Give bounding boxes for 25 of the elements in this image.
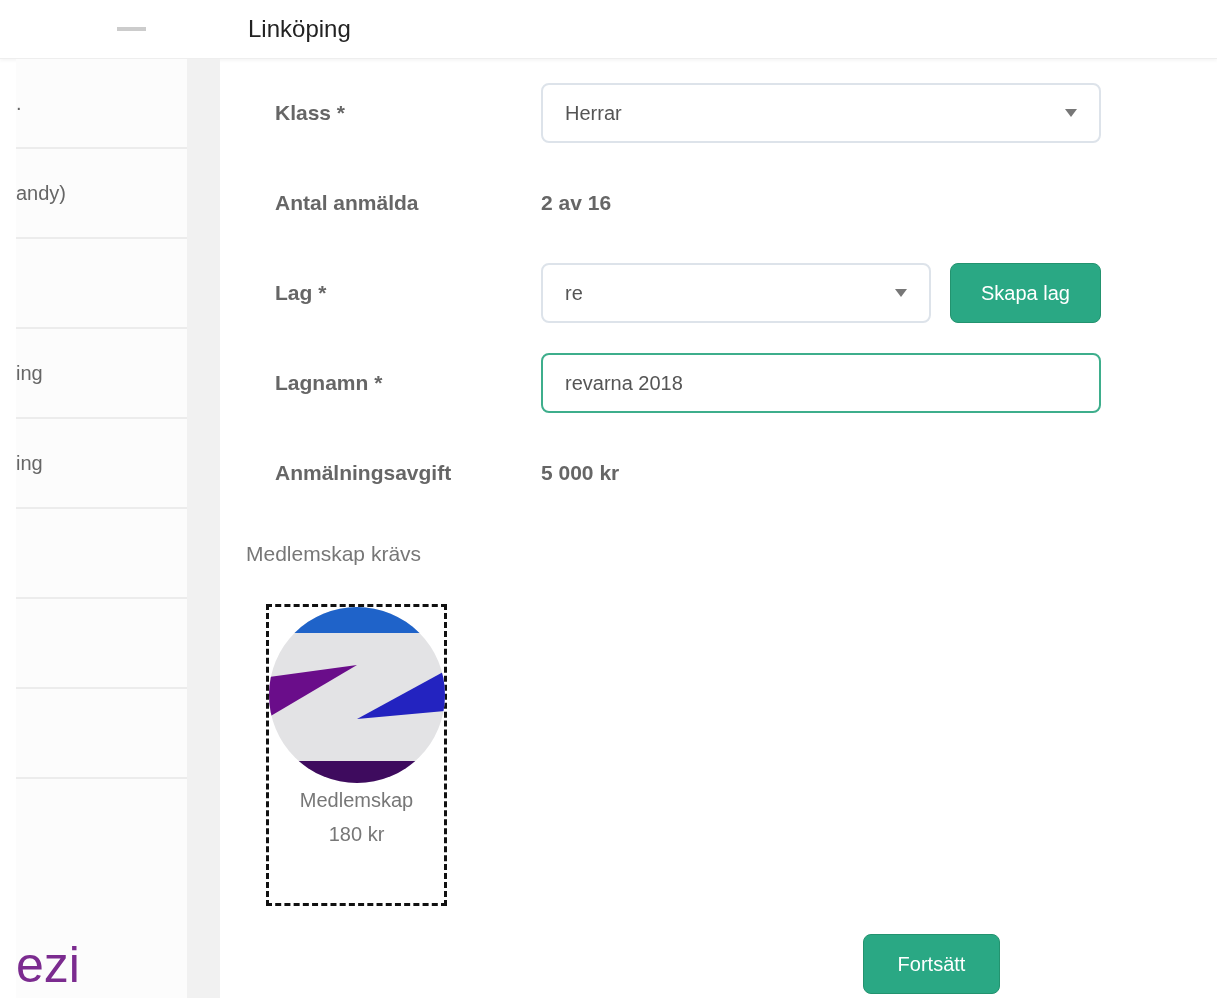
field-label: Lag *: [274, 281, 328, 305]
dropdown[interactable]: Herrar: [541, 83, 1101, 143]
field-label: Lagnamn *: [274, 371, 384, 395]
section-heading: Medlemskap krävs: [246, 542, 423, 566]
option-name: Medlemskap: [299, 788, 414, 813]
option-price: 180 kr: [328, 822, 385, 847]
field-label: Antal anmälda: [274, 191, 420, 215]
membership-option[interactable]: Medlemskap 180 kr: [266, 604, 447, 906]
sidebar-item[interactable]: andy): [16, 181, 67, 205]
field-label: Klass *: [274, 101, 347, 125]
continue-button[interactable]: Fortsätt: [863, 934, 1000, 994]
sidebar-item[interactable]: ing: [16, 361, 43, 385]
field-label: Anmälningsavgift: [274, 461, 453, 485]
caret-icon: [895, 289, 907, 297]
input-field[interactable]: revarna 2018: [541, 353, 1101, 413]
caret-icon: [1065, 109, 1077, 117]
field-value: 2 av 16: [541, 191, 612, 215]
logo: ezi: [16, 940, 81, 990]
dropdown[interactable]: re: [541, 263, 931, 323]
field-value: 5 000 kr: [541, 461, 620, 485]
create-team-button[interactable]: Skapa lag: [950, 263, 1101, 323]
header-title: Linköping: [248, 15, 351, 43]
sidebar-item[interactable]: ing: [16, 451, 43, 475]
minus-icon[interactable]: [117, 27, 146, 31]
sidebar-item[interactable]: .: [16, 91, 22, 115]
